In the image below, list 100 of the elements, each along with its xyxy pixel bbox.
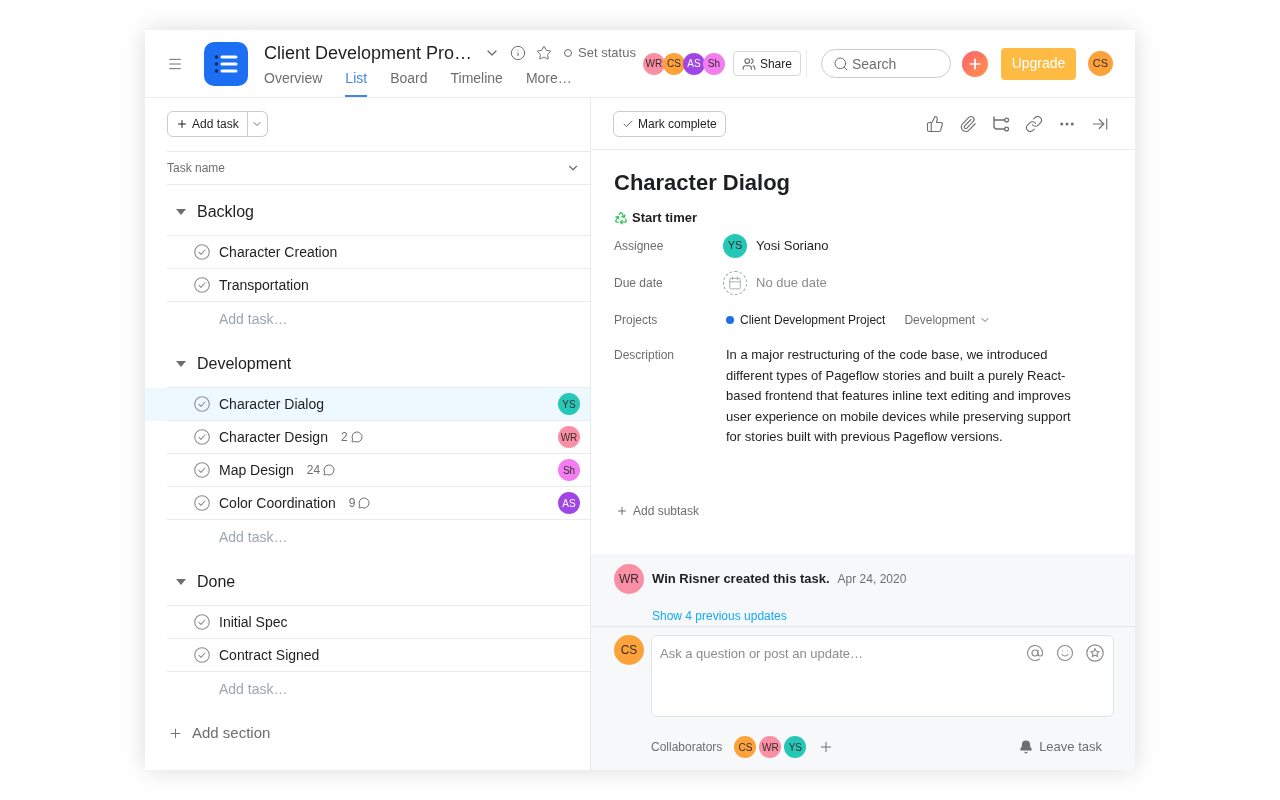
user-avatar: WR <box>759 736 782 758</box>
task-row[interactable]: Map Design 24 Sh <box>145 454 590 487</box>
tab[interactable]: Timeline <box>450 66 503 97</box>
tab[interactable]: Board <box>390 66 428 97</box>
check-circle-icon[interactable] <box>194 396 210 412</box>
user-avatar: CS <box>734 736 757 758</box>
users-icon <box>741 56 756 71</box>
task-name: Character Design <box>219 427 328 447</box>
user-avatar: YS <box>784 736 807 758</box>
task-row[interactable]: Color Coordination 9 AS <box>145 487 590 520</box>
mark-complete-button[interactable]: Mark complete <box>613 110 726 137</box>
star-circle-icon[interactable] <box>1086 644 1104 662</box>
task-name: Initial Spec <box>219 612 288 632</box>
description-text[interactable]: In a major restructuring of the code base, we introduced different types of Pageflow stories and built a purely React-based frontend that features inline text editing and improves user experience on mobile devices while preserving support for stories built with previous Pageflow versions. <box>726 345 1074 448</box>
caret-down-icon[interactable] <box>176 361 186 367</box>
activity-date: Apr 24, 2020 <box>837 571 907 588</box>
user-avatar: AS <box>558 492 580 514</box>
plus-icon <box>616 505 628 517</box>
set-status-button[interactable]: Set status <box>564 43 636 63</box>
task-name: Map Design <box>219 460 294 480</box>
task-row[interactable]: Initial Spec <box>145 606 590 639</box>
leave-task-button[interactable]: Leave task <box>1019 737 1102 757</box>
user-avatar: WR <box>558 426 580 448</box>
field-label: Description <box>614 347 675 363</box>
check-circle-icon[interactable] <box>194 244 210 260</box>
project-title: Client Development Pro… <box>264 41 473 65</box>
tab[interactable]: List <box>345 66 368 97</box>
user-avatar: CS <box>662 52 685 75</box>
search-icon <box>833 55 849 72</box>
caret-down-icon[interactable] <box>176 579 186 585</box>
comment-count: 2 <box>340 429 348 446</box>
check-circle-icon[interactable] <box>194 647 210 663</box>
thumbs-up-icon[interactable] <box>926 114 944 133</box>
paperclip-icon[interactable] <box>959 114 977 133</box>
task-row[interactable]: Character Creation <box>145 236 590 269</box>
share-button[interactable]: Share <box>732 51 801 76</box>
at-sign-icon[interactable] <box>1026 644 1044 662</box>
field-label: Due date <box>614 274 663 291</box>
recycle-icon <box>614 211 628 225</box>
project-color-icon <box>726 315 734 324</box>
list-icon <box>204 41 248 86</box>
check-circle-icon[interactable] <box>194 277 210 293</box>
check-circle-icon[interactable] <box>194 495 210 511</box>
comment-icon <box>358 497 371 509</box>
smiley-icon[interactable] <box>1056 644 1074 662</box>
search-field[interactable]: Search <box>821 49 951 78</box>
task-name: Character Creation <box>219 242 338 262</box>
comment-field[interactable]: Ask a question or post an update… <box>651 635 1114 717</box>
task-name: Contract Signed <box>219 645 320 665</box>
user-avatar: YS <box>558 393 580 415</box>
task-row[interactable]: Character Design 2 WR <box>145 421 590 454</box>
plus-icon <box>176 118 188 130</box>
comment-count: 24 <box>306 462 321 479</box>
task-row[interactable]: Character Dialog YS <box>145 388 590 421</box>
start-timer-button[interactable]: Start timer <box>614 209 698 227</box>
comment-icon <box>350 431 363 443</box>
comment-icon <box>323 464 336 476</box>
check-circle-icon[interactable] <box>194 429 210 445</box>
user-avatar: YS <box>723 233 747 258</box>
task-name: Character Dialog <box>219 394 325 414</box>
user-avatar: CS <box>614 635 644 665</box>
task-title[interactable]: Character Dialog <box>614 169 791 197</box>
add-task-menu-button[interactable] <box>247 111 268 137</box>
plus-icon <box>168 725 183 741</box>
add-button[interactable] <box>962 50 988 77</box>
user-avatar: WR <box>614 564 644 594</box>
task-name: Transportation <box>219 275 309 295</box>
section-title: Backlog <box>197 202 254 222</box>
star-icon[interactable] <box>536 45 553 61</box>
user-avatar: Sh <box>702 52 725 75</box>
assignee-name[interactable]: Yosi Soriano <box>756 235 829 256</box>
section-title: Development <box>197 354 292 374</box>
section-dropdown[interactable]: Development <box>904 310 992 329</box>
add-task-button[interactable]: Add task <box>167 111 248 137</box>
tab[interactable]: More… <box>525 66 572 97</box>
caret-down-icon[interactable] <box>176 209 186 215</box>
comment-count: 9 <box>348 495 356 512</box>
task-row[interactable]: Transportation <box>145 269 590 302</box>
info-icon[interactable] <box>510 45 527 61</box>
section-title: Done <box>197 572 236 592</box>
link-icon[interactable] <box>1025 114 1043 133</box>
add-subtask-button[interactable]: Add subtask <box>616 502 700 520</box>
add-section-button[interactable]: Add section <box>168 713 271 753</box>
project-name[interactable]: Client Development Project <box>740 310 886 329</box>
check-circle-icon[interactable] <box>194 614 210 630</box>
bell-icon <box>1019 740 1034 754</box>
activity-text: Win Risner created this task. <box>652 570 830 589</box>
branch-icon[interactable] <box>992 115 1010 132</box>
tab[interactable]: Overview <box>264 66 323 97</box>
column-header: Task name <box>167 160 226 177</box>
user-avatar: WR <box>642 52 665 75</box>
user-avatar: CS <box>1088 51 1113 76</box>
task-name: Color Coordination <box>219 493 336 513</box>
user-avatar: Sh <box>558 459 580 481</box>
task-row[interactable]: Contract Signed <box>145 639 590 672</box>
field-label: Assignee <box>614 237 664 254</box>
field-label: Projects <box>614 311 658 328</box>
user-avatar: AS <box>682 52 705 75</box>
due-date-value[interactable]: No due date <box>756 272 827 293</box>
check-circle-icon[interactable] <box>194 462 210 478</box>
